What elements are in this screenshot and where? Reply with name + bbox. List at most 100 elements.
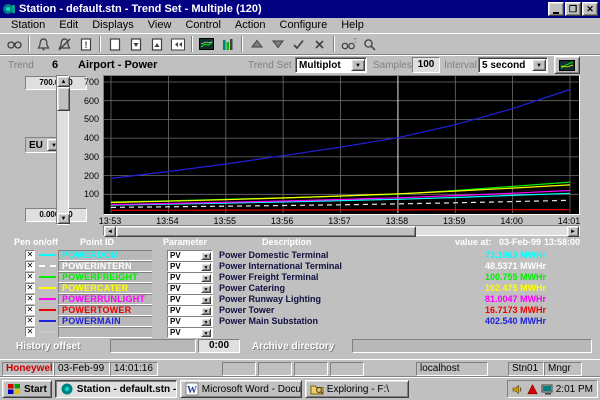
windows-logo-icon xyxy=(7,383,21,395)
pen-checkbox[interactable]: ✕ xyxy=(25,305,35,315)
chevron-down-icon[interactable]: ▼ xyxy=(201,274,211,282)
menu-control[interactable]: Control xyxy=(178,19,227,31)
pen-checkbox[interactable]: ✕ xyxy=(25,283,35,293)
alarm-page-icon[interactable]: ! xyxy=(75,35,96,53)
horizontal-scrollbar[interactable]: ◄ ► xyxy=(103,225,580,236)
ack-glasses-icon[interactable]: ? xyxy=(338,35,359,53)
pen-checkbox[interactable]: ✕ xyxy=(25,294,35,304)
pen-checkbox[interactable]: ✕ xyxy=(25,316,35,326)
point-description: Power International Terminal xyxy=(219,261,342,272)
status-host: localhost xyxy=(416,362,488,376)
windows-taskbar: Start Station - default.stn -... W Micro… xyxy=(0,377,600,400)
tray-alert-icon[interactable] xyxy=(527,384,538,395)
chevron-down-icon[interactable]: ▼ xyxy=(201,296,211,304)
alarm-silence-icon[interactable] xyxy=(54,35,75,53)
tray-display-icon[interactable] xyxy=(541,384,553,395)
page-up-icon[interactable] xyxy=(146,35,167,53)
window-title: Station - default.stn - Trend Set - Mult… xyxy=(19,3,547,15)
chevron-down-icon[interactable]: ▼ xyxy=(201,307,211,315)
menu-displays[interactable]: Displays xyxy=(85,19,141,31)
chevron-down-icon[interactable]: ▼ xyxy=(532,59,546,71)
chevron-down-icon[interactable]: ▼ xyxy=(201,252,211,260)
parameter-select[interactable]: PV▼ xyxy=(167,316,213,327)
cancel-icon[interactable] xyxy=(309,35,330,53)
accept-icon[interactable] xyxy=(288,35,309,53)
pen-checkbox[interactable]: ✕ xyxy=(25,261,35,271)
table-row: ✕POWERDOM PV▼ Power Domestic Terminal 73… xyxy=(0,250,600,261)
parameter-select[interactable]: PV▼ xyxy=(167,250,213,261)
point-value: 48.5371 MWHr xyxy=(450,261,546,272)
point-description: Power Freight Terminal xyxy=(219,272,318,283)
page-down-icon[interactable] xyxy=(125,35,146,53)
table-row: ✕POWERMAIN PV▼ Power Main Substation 402… xyxy=(0,316,600,327)
table-row: ✕POWERTOWER PV▼ Power Tower 16.7173 MWHr xyxy=(0,305,600,316)
chevron-down-icon[interactable]: ▼ xyxy=(201,318,211,326)
chevron-down-icon[interactable]: ▼ xyxy=(201,329,211,337)
task-station[interactable]: Station - default.stn -... xyxy=(55,380,177,398)
chevron-down-icon[interactable]: ▼ xyxy=(201,285,211,293)
eu-value: EU xyxy=(26,140,47,151)
restore-button[interactable]: ❐ xyxy=(565,2,581,16)
pen-checkbox[interactable]: ✕ xyxy=(25,272,35,282)
interval-select[interactable]: 5 second ▼ xyxy=(478,57,548,73)
speaker-icon[interactable] xyxy=(512,384,524,395)
parameter-select[interactable]: PV▼ xyxy=(167,283,213,294)
task-label: Station - default.stn -... xyxy=(77,384,177,395)
close-button[interactable]: ✕ xyxy=(582,2,598,16)
trend-set-select[interactable]: Multiplot ▼ xyxy=(295,57,367,73)
archive-directory-field[interactable] xyxy=(352,339,592,353)
pen-color-sample xyxy=(39,265,56,267)
menu-station[interactable]: Station xyxy=(4,19,52,31)
parameter-select[interactable]: PV▼ xyxy=(167,327,213,338)
parameter-select[interactable]: PV▼ xyxy=(167,305,213,316)
menu-help[interactable]: Help xyxy=(334,19,371,31)
point-description: Power Catering xyxy=(219,283,285,294)
parameter-select[interactable]: PV▼ xyxy=(167,272,213,283)
menu-view[interactable]: View xyxy=(141,19,179,31)
history-offset-field[interactable] xyxy=(110,339,196,353)
chevron-down-icon[interactable]: ▼ xyxy=(201,263,211,271)
toolbar-separator xyxy=(28,36,30,52)
task-word[interactable]: W Microsoft Word - Document... xyxy=(180,380,302,398)
parameter-value: PV xyxy=(168,262,201,271)
point-description: Power Tower xyxy=(219,305,274,316)
minimize-button[interactable] xyxy=(548,2,564,16)
parameter-value: PV xyxy=(168,328,201,337)
raise-icon[interactable] xyxy=(246,35,267,53)
word-icon: W xyxy=(185,382,199,396)
rewind-icon[interactable] xyxy=(167,35,188,53)
task-exploring[interactable]: Exploring - F:\ xyxy=(305,380,409,398)
start-button[interactable]: Start xyxy=(2,380,52,398)
y-axis-tick-label: 500 xyxy=(84,114,99,124)
footer-controls: History offset 0:00 Archive directory xyxy=(0,338,600,356)
parameter-value: PV xyxy=(168,295,201,304)
bar-chart-icon[interactable] xyxy=(217,35,238,53)
pen-checkbox[interactable]: ✕ xyxy=(25,327,35,337)
lower-icon[interactable] xyxy=(267,35,288,53)
desktop: Station - default.stn - Trend Set - Mult… xyxy=(0,0,600,400)
chevron-down-icon[interactable]: ▼ xyxy=(351,59,365,71)
menu-action[interactable]: Action xyxy=(228,19,273,31)
alarm-bell-icon[interactable] xyxy=(33,35,54,53)
parameter-select[interactable]: PV▼ xyxy=(167,261,213,272)
history-offset-value[interactable]: 0:00 xyxy=(198,339,240,353)
trend-popup-button[interactable] xyxy=(554,56,580,74)
page-icon[interactable] xyxy=(104,35,125,53)
pen-checkbox[interactable]: ✕ xyxy=(25,250,35,260)
station-task-icon xyxy=(60,382,74,396)
trend-plot[interactable] xyxy=(103,75,580,215)
samples-field[interactable]: 100 xyxy=(412,57,440,73)
menu-configure[interactable]: Configure xyxy=(273,19,335,31)
y-axis-tick-label: 400 xyxy=(84,133,99,143)
taskbar-clock[interactable]: 2:01 PM xyxy=(556,384,593,395)
pen-color-sample xyxy=(39,276,56,278)
zoom-icon[interactable] xyxy=(359,35,380,53)
trend-display-icon[interactable] xyxy=(196,35,217,53)
parameter-select[interactable]: PV▼ xyxy=(167,294,213,305)
menu-edit[interactable]: Edit xyxy=(52,19,85,31)
point-id-field[interactable] xyxy=(58,327,152,338)
point-id: POWERFREIGHT xyxy=(62,272,138,283)
header-description: Description xyxy=(262,237,312,247)
find-icon[interactable] xyxy=(4,35,25,53)
point-description: Power Main Substation xyxy=(219,316,318,327)
